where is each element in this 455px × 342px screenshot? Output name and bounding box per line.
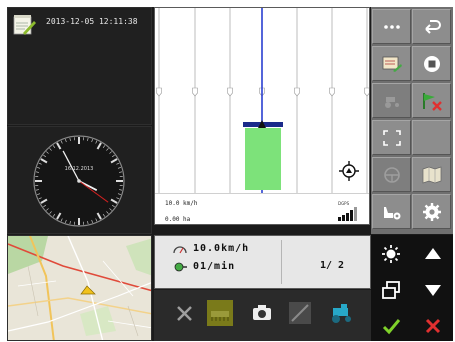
implement-settings-key[interactable] bbox=[372, 194, 411, 229]
map-icon bbox=[422, 166, 441, 183]
tractor-icon bbox=[384, 96, 399, 108]
stop-circle-icon bbox=[423, 55, 440, 72]
swath-marker bbox=[294, 87, 300, 97]
field-speed: 10.0 km/h bbox=[165, 200, 198, 207]
check-icon bbox=[382, 319, 401, 335]
clock-date: 16.12.2013 bbox=[65, 166, 94, 172]
implement-icon bbox=[207, 300, 233, 326]
rpm-value: 01/min bbox=[193, 261, 236, 272]
ellipsis-icon bbox=[383, 24, 400, 29]
clear-boundary-key[interactable] bbox=[412, 83, 451, 118]
windows-icon bbox=[382, 281, 400, 299]
cancel-button[interactable] bbox=[413, 309, 453, 341]
clock-panel: 16.12.2013 bbox=[7, 126, 152, 234]
sun-icon bbox=[382, 245, 400, 263]
swath-marker bbox=[156, 87, 162, 97]
expand-corners-icon bbox=[382, 129, 401, 146]
tractor-button[interactable] bbox=[326, 298, 356, 328]
camera-button[interactable] bbox=[247, 298, 277, 328]
pto-rpm-icon bbox=[174, 262, 187, 272]
document-edit-icon bbox=[382, 56, 402, 72]
close-icon bbox=[425, 318, 441, 334]
tractor-disabled-key[interactable] bbox=[372, 83, 411, 118]
analog-clock: 16.12.2013 bbox=[33, 135, 125, 227]
speed-readout-panel: 10.0km/h 01/min 1/ 2 bbox=[154, 235, 371, 289]
arrow-down-button[interactable] bbox=[413, 273, 453, 307]
swath-marker bbox=[192, 87, 198, 97]
more-menu-key[interactable] bbox=[372, 9, 411, 44]
datetime-text: 2013-12-05 12:11:38 bbox=[46, 17, 138, 26]
guidance-field-view[interactable]: 10.0 km/h 0.00 ha DGPS bbox=[154, 7, 370, 225]
datetime-panel: 2013-12-05 12:11:38 bbox=[7, 7, 152, 125]
speed-value: 10.0km/h bbox=[193, 243, 250, 254]
swath-marker bbox=[364, 87, 369, 97]
empty-key[interactable] bbox=[412, 120, 451, 155]
gps-target-icon[interactable] bbox=[338, 160, 360, 182]
softkey-panel bbox=[371, 7, 453, 234]
confirm-button[interactable] bbox=[371, 309, 411, 341]
camera-icon bbox=[253, 305, 271, 320]
arrow-down-icon bbox=[425, 285, 441, 296]
function-toolbar bbox=[154, 290, 371, 341]
window-switch-button[interactable] bbox=[371, 273, 411, 307]
back-key[interactable] bbox=[412, 9, 451, 44]
page-indicator: 1/ 2 bbox=[320, 260, 345, 271]
flag-cross-icon bbox=[422, 92, 442, 111]
tools-button[interactable] bbox=[170, 298, 200, 328]
swath-marker bbox=[329, 87, 335, 97]
zoom-fit-key[interactable] bbox=[372, 120, 411, 155]
navigation-panel bbox=[371, 235, 453, 341]
implement-gear-icon bbox=[383, 206, 400, 219]
readout-divider bbox=[281, 240, 282, 284]
field-status-bar: 10.0 km/h 0.00 ha DGPS bbox=[155, 193, 369, 224]
gps-label: DGPS bbox=[338, 201, 350, 206]
map-graphic bbox=[8, 236, 151, 340]
map-view-key[interactable] bbox=[412, 157, 451, 192]
settings-key[interactable] bbox=[412, 194, 451, 229]
undo-arrow-icon bbox=[424, 19, 441, 34]
steering-wheel-icon bbox=[383, 166, 400, 183]
arrow-up-button[interactable] bbox=[413, 237, 453, 271]
implement-button[interactable] bbox=[205, 298, 235, 328]
tools-icon bbox=[177, 306, 192, 321]
terminal-screen: 2013-12-05 12:11:38 16.12.2013 10.0 km/h… bbox=[7, 7, 453, 341]
speedometer-icon bbox=[173, 246, 187, 254]
wheel-disabled-key[interactable] bbox=[372, 157, 411, 192]
brightness-button[interactable] bbox=[371, 237, 411, 271]
stop-key[interactable] bbox=[412, 46, 451, 81]
swath-marker bbox=[227, 87, 233, 97]
gear-icon bbox=[422, 202, 441, 221]
arrow-up-icon bbox=[425, 248, 441, 259]
guidance-button[interactable] bbox=[285, 298, 315, 328]
mini-map[interactable] bbox=[7, 235, 152, 341]
field-area: 0.00 ha bbox=[165, 216, 191, 223]
gps-signal-icon bbox=[338, 207, 357, 221]
field-data-key[interactable] bbox=[372, 46, 411, 81]
tractor-icon bbox=[332, 304, 351, 323]
guidance-icon bbox=[289, 302, 311, 324]
notepad-icon bbox=[13, 15, 36, 35]
